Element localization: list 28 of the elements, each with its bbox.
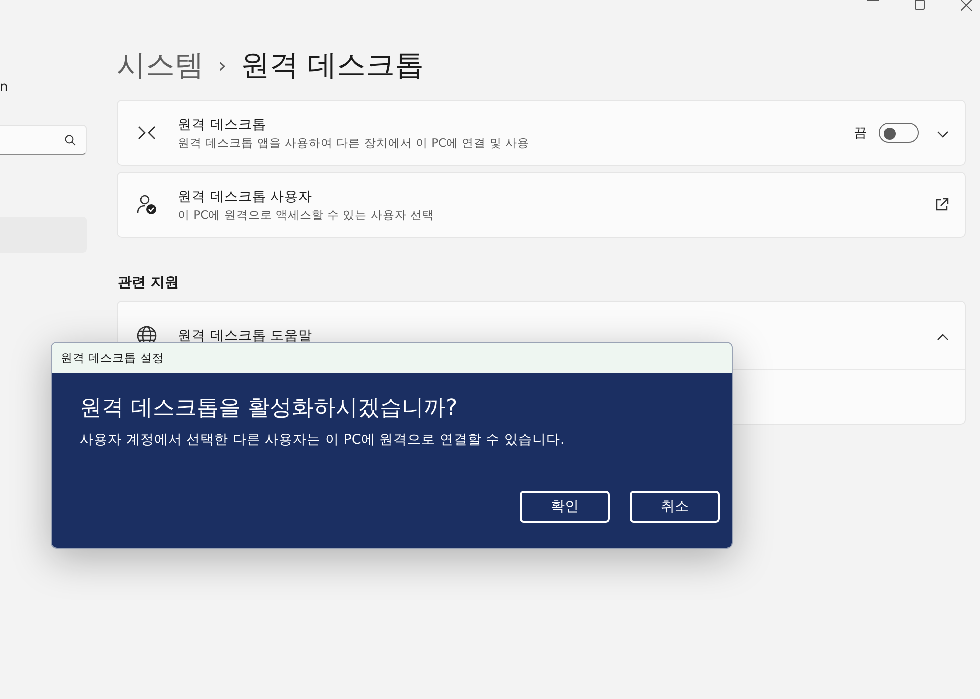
chevron-up-icon[interactable] xyxy=(937,333,949,341)
close-icon[interactable] xyxy=(961,0,972,11)
dialog-heading: 원격 데스크톱을 활성화하시겠습니까? xyxy=(80,395,459,423)
toggle-switch[interactable] xyxy=(879,123,919,143)
setting-card[interactable]: 원격 데스크톱 사용자 이 PC에 원격으로 액세스할 수 있는 사용자 선택 xyxy=(117,172,966,238)
search-field[interactable] xyxy=(0,125,87,155)
chevron-down-icon[interactable] xyxy=(937,130,949,138)
maximize-icon[interactable] xyxy=(915,0,925,10)
dialog-button[interactable]: 확인 xyxy=(520,491,610,523)
page-title: 원격 데스크톱 xyxy=(240,47,424,84)
setting-title: 원격 데스크톱 xyxy=(178,116,268,134)
user-name: n xyxy=(0,80,10,97)
setting-title: 원격 데스크톱 사용자 xyxy=(178,188,314,206)
dialog-button[interactable]: 취소 xyxy=(630,491,720,523)
minimize-icon[interactable] xyxy=(867,0,879,2)
search-icon xyxy=(65,134,76,146)
breadcrumb-separator: › xyxy=(218,54,227,78)
dialog-message: 사용자 계정에서 선택한 다른 사용자는 이 PC에 원격으로 연결할 수 있습니다. xyxy=(80,431,566,449)
setting-description: 이 PC에 원격으로 액세스할 수 있는 사용자 선택 xyxy=(178,208,436,222)
breadcrumb-parent[interactable]: 시스템 xyxy=(117,46,204,86)
external-link-icon[interactable] xyxy=(935,198,949,212)
help-title: 원격 데스크톱 도움말 xyxy=(178,326,314,344)
setting-card[interactable]: 원격 데스크톱 원격 데스크톱 앱을 사용하여 다른 장치에서 이 PC에 연결 및 사용 끔 xyxy=(117,100,966,166)
dialog-title: 원격 데스크톱 설정 xyxy=(61,350,164,366)
toggle-state-label: 끔 xyxy=(854,125,867,142)
setting-description: 원격 데스크톱 앱을 사용하여 다른 장치에서 이 PC에 연결 및 사용 xyxy=(178,136,531,150)
section-heading: 관련 지원 xyxy=(118,274,180,292)
user-check-icon xyxy=(136,194,158,216)
